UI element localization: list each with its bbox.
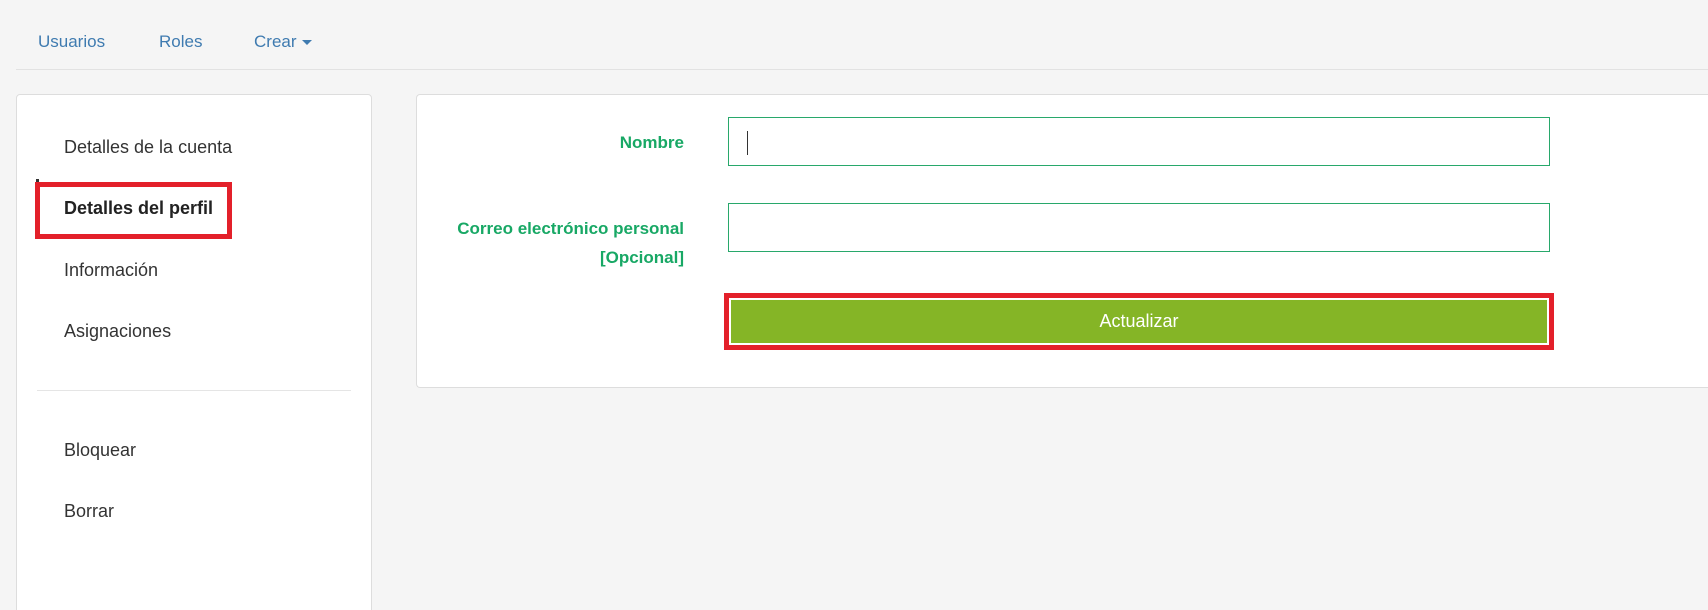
top-navigation: Usuarios Roles Crear [16,12,1708,70]
email-input[interactable] [728,203,1550,252]
caret-down-icon [301,40,312,46]
nav-crear-dropdown[interactable]: Crear [254,32,312,52]
sidebar-item-bloquear[interactable]: Bloquear [64,439,136,461]
sidebar-divider [37,390,351,391]
name-input[interactable] [728,117,1550,166]
email-label-line1: Correo electrónico personal [457,219,684,238]
profile-form-panel: Nombre Correo electrónico personal [Opci… [416,94,1708,388]
sidebar-item-borrar[interactable]: Borrar [64,500,114,522]
nav-roles-link[interactable]: Roles [159,32,202,52]
nav-usuarios-link[interactable]: Usuarios [38,32,105,52]
nav-crear-label: Crear [254,32,297,51]
sidebar-menu: Detalles de la cuenta Detalles del perfi… [16,94,372,610]
email-label-line2: [Opcional] [599,248,684,267]
highlight-box-sidebar [35,182,232,239]
sidebar-item-informacion[interactable]: Información [64,259,158,281]
update-button[interactable]: Actualizar [731,300,1547,343]
sidebar-item-detalles-cuenta[interactable]: Detalles de la cuenta [64,136,232,158]
sidebar-item-asignaciones[interactable]: Asignaciones [64,320,171,342]
name-label: Nombre [619,133,684,152]
text-cursor [747,131,748,155]
email-label: Correo electrónico personal [Opcional] [457,214,684,272]
